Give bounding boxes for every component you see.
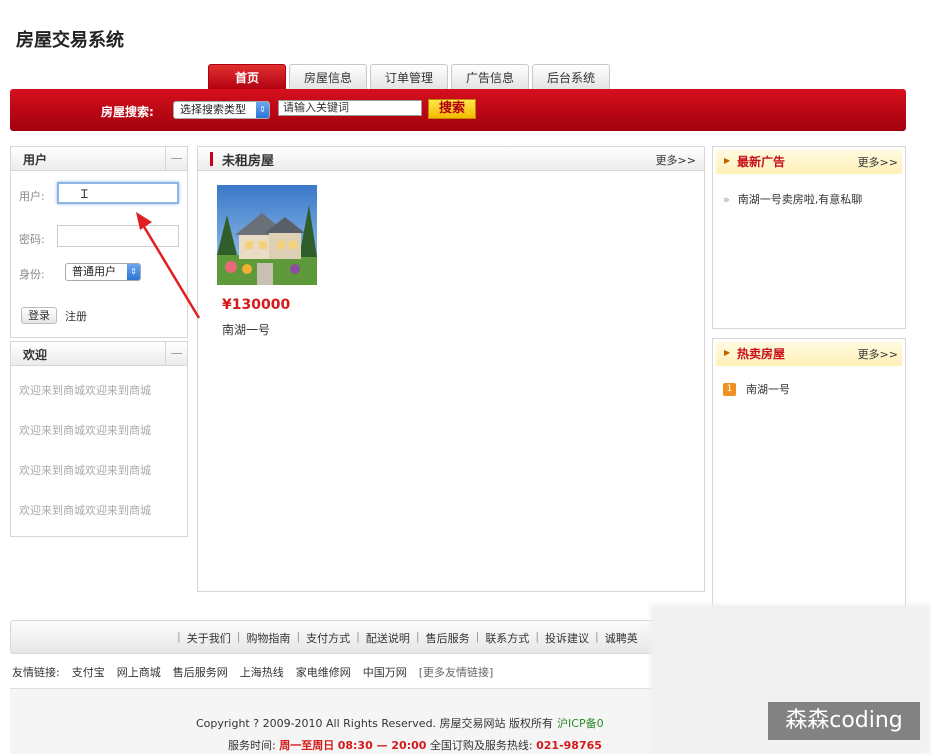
welcome-panel-title: 欢迎 bbox=[23, 348, 48, 362]
hot-houses-panel: ▶ 热卖房屋 更多>> 1 南湖一号 bbox=[712, 338, 906, 608]
more-link[interactable]: 更多>> bbox=[656, 152, 696, 168]
footer-link-delivery[interactable]: 配送说明 bbox=[366, 630, 410, 646]
unrented-houses-title: 未租房屋 bbox=[222, 154, 275, 169]
search-type-value: 选择搜索类型 bbox=[180, 103, 246, 116]
search-input[interactable]: 请输入关键词 bbox=[278, 100, 422, 116]
hot-house-item[interactable]: 1 南湖一号 bbox=[723, 381, 790, 397]
copyright-line: Copyright ? 2009-2010 All Rights Reserve… bbox=[196, 715, 604, 731]
role-value: 普通用户 bbox=[72, 265, 116, 278]
username-field[interactable]: Ɪ bbox=[57, 182, 179, 204]
text-cursor-icon: Ɪ bbox=[81, 187, 88, 201]
collapse-icon[interactable]: — bbox=[165, 342, 187, 365]
hot-houses-header: ▶ 热卖房屋 更多>> bbox=[716, 342, 902, 366]
footer-link-payment[interactable]: 支付方式 bbox=[306, 630, 350, 646]
tab-home[interactable]: 首页 bbox=[208, 64, 286, 90]
house-photo[interactable] bbox=[217, 185, 317, 285]
rank-badge: 1 bbox=[723, 382, 736, 396]
collapse-icon[interactable]: — bbox=[165, 147, 187, 170]
hot-houses-title: 热卖房屋 bbox=[737, 347, 786, 361]
hotline-number: 021-98765 bbox=[536, 739, 602, 752]
password-field[interactable] bbox=[57, 225, 179, 247]
friend-link[interactable]: 售后服务网 bbox=[173, 664, 228, 680]
latest-ads-title: 最新广告 bbox=[737, 155, 786, 169]
service-line: 服务时间: 周一至周日 08:30 — 20:00 全国订购及服务热线: 021… bbox=[228, 737, 602, 753]
welcome-line: 欢迎来到商城欢迎来到商城 bbox=[19, 504, 151, 517]
role-select[interactable]: 普通用户 ⇕ bbox=[65, 263, 141, 281]
footer-link-after-sales[interactable]: 售后服务 bbox=[426, 630, 470, 646]
header-accent-bar bbox=[210, 152, 213, 166]
copyright-text: Copyright ? 2009-2010 All Rights Reserve… bbox=[196, 717, 554, 730]
username-label: 用户: bbox=[19, 190, 45, 203]
role-label: 身份: bbox=[19, 268, 45, 281]
friend-links: 友情链接: 支付宝 网上商城 售后服务网 上海热线 家电维修网 中国万网 [更多… bbox=[12, 664, 493, 680]
site-title: 房屋交易系统 bbox=[16, 30, 124, 51]
triangle-right-icon: ▶ bbox=[724, 348, 731, 357]
unrented-houses-panel: 未租房屋 更多>> ¥130000 南湖一号 bbox=[197, 146, 705, 592]
main-nav-tabs: 首页 房屋信息 订单管理 广告信息 后台系统 bbox=[208, 64, 610, 90]
search-type-select[interactable]: 选择搜索类型 ⇕ bbox=[173, 101, 270, 119]
more-link[interactable]: 更多>> bbox=[858, 346, 898, 362]
friend-link[interactable]: 家电维修网 bbox=[296, 664, 351, 680]
user-panel-header: 用户 — bbox=[11, 147, 187, 171]
double-chevron-icon: » bbox=[723, 193, 730, 206]
friend-link[interactable]: 网上商城 bbox=[117, 664, 161, 680]
friend-link[interactable]: 上海热线 bbox=[240, 664, 284, 680]
user-login-panel: 用户 — 用户: Ɪ 密码: 身份: 普通用户 ⇕ 登录 注册 bbox=[10, 146, 188, 338]
hotline-label: 全国订购及服务热线: bbox=[429, 739, 533, 752]
footer-link-contact[interactable]: 联系方式 bbox=[485, 630, 529, 646]
tab-ad-info[interactable]: 广告信息 bbox=[451, 64, 529, 90]
tab-admin-system[interactable]: 后台系统 bbox=[532, 64, 610, 90]
service-hours: 08:30 — 20:00 bbox=[337, 739, 427, 752]
welcome-line: 欢迎来到商城欢迎来到商城 bbox=[19, 464, 151, 477]
icp-number[interactable]: 沪ICP备0 bbox=[557, 717, 604, 730]
welcome-line: 欢迎来到商城欢迎来到商城 bbox=[19, 384, 151, 397]
hot-house-name: 南湖一号 bbox=[746, 383, 790, 396]
footer-links: | 关于我们 | 购物指南 | 支付方式 | 配送说明 | 售后服务 | 联系方式 | 投诉建… bbox=[177, 630, 638, 646]
service-label: 服务时间: bbox=[228, 739, 276, 752]
friend-link[interactable]: 支付宝 bbox=[72, 664, 105, 680]
watermark: 森森coding bbox=[768, 702, 920, 740]
select-arrows-icon: ⇕ bbox=[127, 264, 140, 280]
tab-house-info[interactable]: 房屋信息 bbox=[289, 64, 367, 90]
tab-order-management[interactable]: 订单管理 bbox=[370, 64, 448, 90]
footer-link-jobs[interactable]: 诚聘英 bbox=[605, 630, 638, 646]
friend-link[interactable]: 中国万网 bbox=[363, 664, 407, 680]
friend-links-label: 友情链接: bbox=[12, 666, 60, 679]
house-price: ¥130000 bbox=[222, 297, 291, 313]
latest-ads-panel: ▶ 最新广告 更多>> » 南湖一号卖房啦,有意私聊 bbox=[712, 146, 906, 329]
user-panel-title: 用户 bbox=[23, 153, 48, 167]
ad-item[interactable]: » 南湖一号卖房啦,有意私聊 bbox=[723, 191, 862, 207]
search-label: 房屋搜索: bbox=[101, 105, 154, 119]
password-label: 密码: bbox=[19, 233, 45, 246]
more-friend-links[interactable]: [更多友情链接] bbox=[419, 664, 494, 680]
unrented-houses-header: 未租房屋 更多>> bbox=[198, 147, 704, 171]
footer-link-feedback[interactable]: 投诉建议 bbox=[545, 630, 589, 646]
ad-item-text: 南湖一号卖房啦,有意私聊 bbox=[737, 193, 863, 206]
register-link[interactable]: 注册 bbox=[65, 308, 87, 324]
triangle-right-icon: ▶ bbox=[724, 156, 731, 165]
latest-ads-header: ▶ 最新广告 更多>> bbox=[716, 150, 902, 174]
welcome-panel: 欢迎 — 欢迎来到商城欢迎来到商城 欢迎来到商城欢迎来到商城 欢迎来到商城欢迎来… bbox=[10, 341, 188, 537]
select-arrows-icon: ⇕ bbox=[256, 102, 269, 118]
search-bar: 房屋搜索: 选择搜索类型 ⇕ 请输入关键词 搜索 bbox=[10, 89, 906, 131]
footer-link-about[interactable]: 关于我们 bbox=[187, 630, 231, 646]
search-button[interactable]: 搜索 bbox=[428, 99, 476, 119]
welcome-line: 欢迎来到商城欢迎来到商城 bbox=[19, 424, 151, 437]
house-name[interactable]: 南湖一号 bbox=[222, 321, 270, 338]
welcome-panel-header: 欢迎 — bbox=[11, 342, 187, 366]
footer-link-guide[interactable]: 购物指南 bbox=[246, 630, 290, 646]
service-days: 周一至周日 bbox=[279, 739, 335, 752]
more-link[interactable]: 更多>> bbox=[858, 154, 898, 170]
login-button[interactable]: 登录 bbox=[21, 307, 57, 324]
